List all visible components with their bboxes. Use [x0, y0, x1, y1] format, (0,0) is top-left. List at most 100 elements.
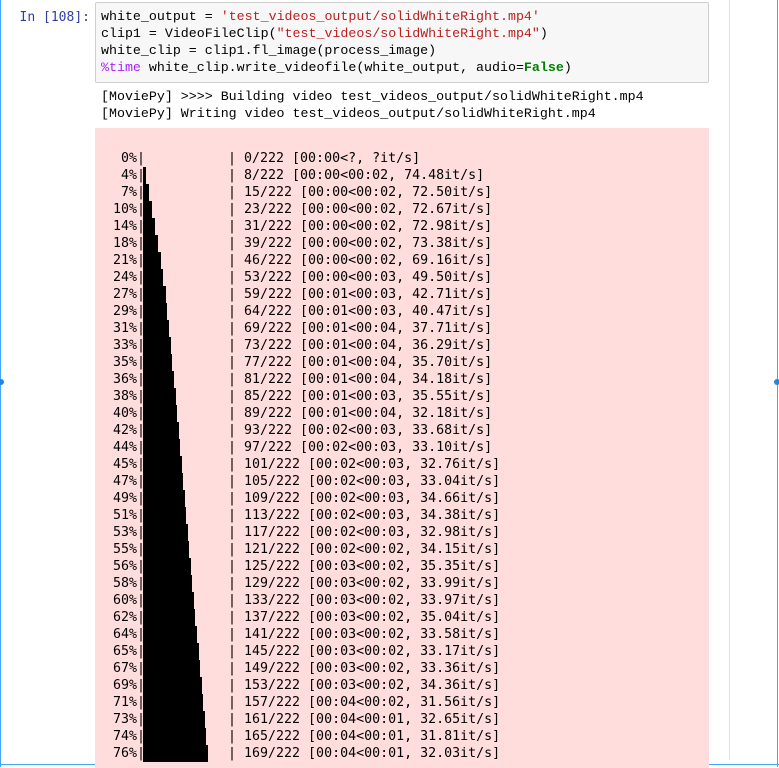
code-line-2: clip1 = VideoFileClip("test_videos/solid…: [101, 26, 548, 41]
progress-stats: | 137/222 [00:03<00:02, 35.04it/s]: [228, 610, 501, 625]
progress-bar-list: 0% | | 0/222 [00:00<?, ?it/s] 4% | | 8/222 [0…: [95, 150, 709, 762]
progress-stats: | 89/222 [00:01<00:04, 32.18it/s]: [228, 406, 493, 421]
progress-percent: 56%: [112, 559, 137, 574]
progress-percent: 0%: [120, 151, 137, 166]
progress-bar-fill: [143, 592, 194, 609]
progress-stats: | 77/222 [00:01<00:04, 35.70it/s]: [228, 355, 493, 370]
progress-bar-fill: [143, 286, 166, 303]
progress-bar-fill: [143, 439, 180, 456]
progress-stats: | 121/222 [00:02<00:02, 34.15it/s]: [228, 542, 501, 557]
progress-bar-fill: [143, 745, 208, 762]
progress-stats: | 153/222 [00:03<00:02, 34.36it/s]: [228, 678, 501, 693]
progress-percent: 55%: [112, 542, 137, 557]
progress-row: 67% | | 149/222 [00:03<00:02, 33.36it/s]: [95, 660, 709, 677]
progress-stats: | 0/222 [00:00<?, ?it/s]: [228, 151, 421, 166]
code-editor[interactable]: white_output = 'test_videos_output/solid…: [95, 2, 709, 83]
progress-percent: 7%: [120, 185, 137, 200]
progress-bar-fill: [143, 575, 192, 592]
progress-row: 44% | | 97/222 [00:02<00:03, 33.10it/s]: [95, 439, 709, 456]
progress-row: 71% | | 157/222 [00:04<00:02, 31.56it/s]: [95, 694, 709, 711]
progress-percent: 18%: [112, 236, 137, 251]
progress-row: 31% | | 69/222 [00:01<00:04, 37.71it/s]: [95, 320, 709, 337]
progress-percent: 76%: [112, 746, 137, 761]
progress-bar-fill: [143, 184, 149, 201]
progress-bar-fill: [143, 354, 172, 371]
progress-percent: 38%: [112, 389, 137, 404]
progress-percent: 74%: [112, 729, 137, 744]
progress-bar-fill: [143, 558, 191, 575]
progress-percent: 53%: [112, 525, 137, 540]
progress-stats: | 73/222 [00:01<00:04, 36.29it/s]: [228, 338, 493, 353]
progress-row: 38% | | 85/222 [00:01<00:03, 35.55it/s]: [95, 388, 709, 405]
progress-bar-fill: [143, 320, 169, 337]
progress-row: 27% | | 59/222 [00:01<00:03, 42.71it/s]: [95, 286, 709, 303]
stdout-line: [MoviePy] >>>> Building video test_video…: [101, 89, 644, 104]
progress-stats: | 169/222 [00:04<00:01, 32.03it/s]: [228, 746, 501, 761]
progress-bar-fill: [143, 422, 179, 439]
progress-bar-fill: [143, 490, 185, 507]
progress-bar-fill: [143, 541, 189, 558]
progress-bar-fill: [143, 643, 199, 660]
progress-stats: | 133/222 [00:03<00:02, 33.97it/s]: [228, 593, 501, 608]
progress-percent: 31%: [112, 321, 137, 336]
code-text[interactable]: white_output = 'test_videos_output/solid…: [101, 8, 572, 76]
progress-stats: | 8/222 [00:00<00:02, 74.48it/s]: [228, 168, 485, 183]
progress-percent: 69%: [112, 678, 137, 693]
progress-bar-fill: [143, 711, 205, 728]
progress-row: 7% | | 15/222 [00:00<00:02, 72.50it/s]: [95, 184, 709, 201]
progress-row: 18% | | 39/222 [00:00<00:02, 73.38it/s]: [95, 235, 709, 252]
progress-bar-fill: [143, 371, 174, 388]
progress-stats: | 46/222 [00:00<00:02, 69.16it/s]: [228, 253, 493, 268]
resize-handle-right[interactable]: [774, 379, 779, 385]
progress-stats: | 93/222 [00:02<00:03, 33.68it/s]: [228, 423, 493, 438]
progress-bar-fill: [143, 269, 163, 286]
progress-stats: | 105/222 [00:02<00:03, 33.04it/s]: [228, 474, 501, 489]
resize-handle-left[interactable]: [0, 379, 4, 385]
progress-percent: 45%: [112, 457, 137, 472]
stdout-line: [MoviePy] Writing video test_videos_outp…: [101, 106, 596, 121]
progress-bar-fill: [143, 303, 167, 320]
progress-bar-fill: [143, 524, 188, 541]
progress-row: 56% | | 125/222 [00:03<00:02, 35.35it/s]: [95, 558, 709, 575]
progress-bar-fill: [143, 728, 206, 745]
progress-row: 60% | | 133/222 [00:03<00:02, 33.97it/s]: [95, 592, 709, 609]
code-line-4: %time white_clip.write_videofile(white_o…: [101, 60, 572, 75]
code-line-1: white_output = 'test_videos_output/solid…: [101, 9, 540, 24]
progress-bar-fill: [143, 694, 203, 711]
stdout-output: [MoviePy] >>>> Building video test_video…: [101, 88, 644, 122]
progress-row: 73% | | 161/222 [00:04<00:01, 32.65it/s]: [95, 711, 709, 728]
progress-bar-fill: [143, 167, 146, 184]
progress-percent: 64%: [112, 627, 137, 642]
progress-row: 49% | | 109/222 [00:02<00:03, 34.66it/s]: [95, 490, 709, 507]
progress-percent: 51%: [112, 508, 137, 523]
progress-stats: | 165/222 [00:04<00:01, 31.81it/s]: [228, 729, 501, 744]
progress-stats: | 157/222 [00:04<00:02, 31.56it/s]: [228, 695, 501, 710]
progress-percent: 24%: [112, 270, 137, 285]
progress-row: 62% | | 137/222 [00:03<00:02, 35.04it/s]: [95, 609, 709, 626]
progress-percent: 40%: [112, 406, 137, 421]
progress-stats: | 161/222 [00:04<00:01, 32.65it/s]: [228, 712, 501, 727]
code-cell[interactable]: In [108]: white_output = 'test_videos_ou…: [0, 0, 779, 768]
progress-percent: 47%: [112, 474, 137, 489]
progress-stats: | 145/222 [00:03<00:02, 33.17it/s]: [228, 644, 501, 659]
progress-stats: | 59/222 [00:01<00:03, 42.71it/s]: [228, 287, 493, 302]
progress-percent: 10%: [112, 202, 137, 217]
progress-stats: | 15/222 [00:00<00:02, 72.50it/s]: [228, 185, 493, 200]
progress-stats: | 113/222 [00:02<00:03, 34.38it/s]: [228, 508, 501, 523]
progress-percent: 14%: [112, 219, 137, 234]
progress-row: 33% | | 73/222 [00:01<00:04, 36.29it/s]: [95, 337, 709, 354]
progress-bar-left-edge: |: [137, 151, 146, 166]
progress-row: 14% | | 31/222 [00:00<00:02, 72.98it/s]: [95, 218, 709, 235]
progress-stats: | 125/222 [00:03<00:02, 35.35it/s]: [228, 559, 501, 574]
progress-bar-fill: [143, 252, 161, 269]
progress-bar-fill: [143, 235, 158, 252]
progress-bar-fill: [143, 456, 182, 473]
progress-bar-fill: [143, 337, 171, 354]
progress-stats: | 69/222 [00:01<00:04, 37.71it/s]: [228, 321, 493, 336]
progress-stats: | 39/222 [00:00<00:02, 73.38it/s]: [228, 236, 493, 251]
progress-bar-fill: [143, 626, 197, 643]
progress-stats: | 129/222 [00:03<00:02, 33.99it/s]: [228, 576, 501, 591]
input-prompt: In [108]:: [19, 10, 90, 25]
progress-stats: | 81/222 [00:01<00:04, 34.18it/s]: [228, 372, 493, 387]
progress-percent: 35%: [112, 355, 137, 370]
